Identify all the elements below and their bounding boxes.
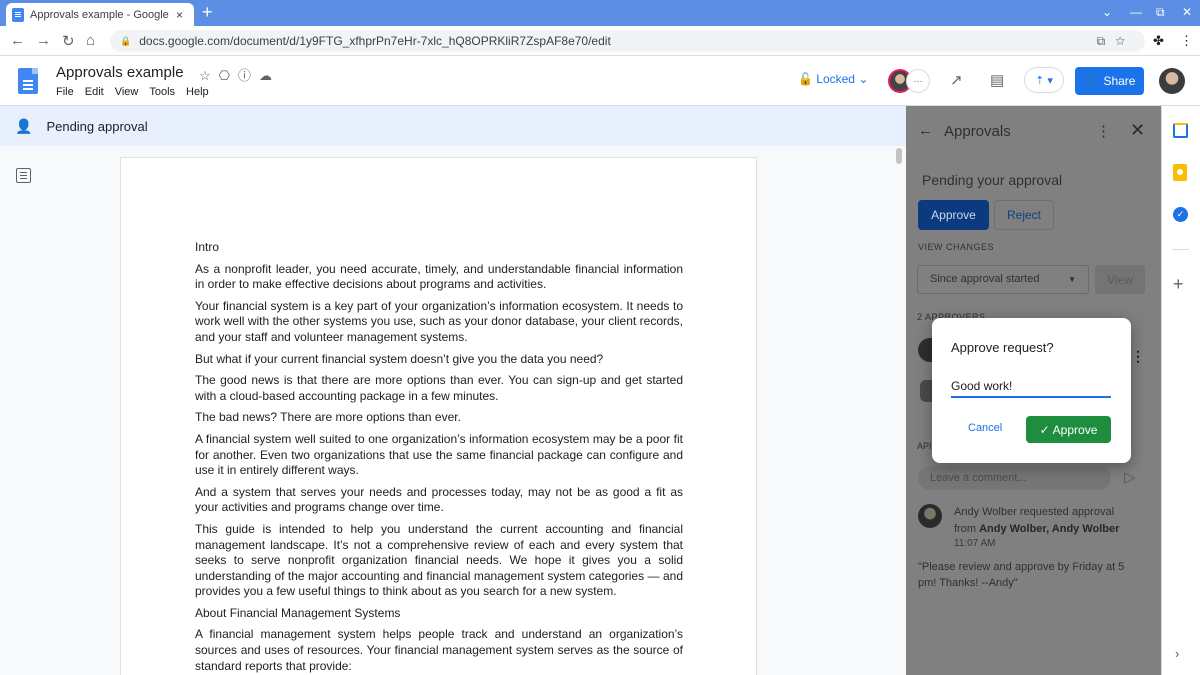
padlock-icon: 🔓 xyxy=(798,72,817,86)
address-bar[interactable]: 🔒 docs.google.com/document/d/1y9FTG_xfhp… xyxy=(110,30,1145,52)
tab-close-icon[interactable]: × xyxy=(176,8,183,22)
pending-heading: Pending your approval xyxy=(922,172,1063,188)
doc-paragraph: A financial management system helps peop… xyxy=(195,627,683,673)
extensions-puzzle-icon[interactable]: ✤ xyxy=(1153,33,1164,49)
approver-avatar xyxy=(920,380,932,402)
changes-since-select[interactable]: Since approval started ▼ xyxy=(917,265,1089,294)
home-icon[interactable]: ⌂ xyxy=(86,32,95,49)
doc-paragraph: Your financial system is a key part of y… xyxy=(195,298,683,344)
comment-input[interactable]: Leave a comment... xyxy=(918,466,1111,490)
doc-paragraph: The good news is that there are more opt… xyxy=(195,373,683,403)
anonymous-viewer-icon[interactable]: ⋯ xyxy=(906,69,930,93)
banner-text: Pending approval xyxy=(46,118,148,134)
calendar-icon[interactable] xyxy=(1173,123,1188,138)
browser-toolbar: ← → ↻ ⌂ 🔒 docs.google.com/document/d/1y9… xyxy=(0,26,1200,56)
chevron-right-icon[interactable]: › xyxy=(1175,646,1179,661)
doc-paragraph: As a nonprofit leader, you need accurate… xyxy=(195,261,683,292)
tasks-icon[interactable]: ✓ xyxy=(1173,207,1188,222)
approval-comment-field[interactable]: Good work! xyxy=(951,378,1111,398)
minimize-window-button[interactable]: — xyxy=(1130,5,1142,19)
document-title[interactable]: Approvals example xyxy=(56,64,184,81)
docs-logo-icon[interactable] xyxy=(18,68,38,94)
chevron-down-icon: ⌄ xyxy=(854,72,869,86)
menu-bar: File Edit View Tools Help xyxy=(56,86,209,98)
requester-avatar xyxy=(918,504,942,528)
select-value: Since approval started xyxy=(930,273,1040,285)
close-panel-icon[interactable]: ✕ xyxy=(1130,120,1145,141)
forward-arrow-icon[interactable]: → xyxy=(36,32,51,49)
dialog-title: Approve request? xyxy=(951,340,1054,355)
document-page[interactable]: Intro As a nonprofit leader, you need ac… xyxy=(120,157,757,675)
request-message: "Please review and approve by Friday at … xyxy=(918,561,1125,589)
cancel-button[interactable]: Cancel xyxy=(968,422,1002,434)
view-changes-label: VIEW CHANGES xyxy=(918,242,995,252)
browser-tab[interactable]: Approvals example - Google Doc × xyxy=(6,3,194,26)
document-body[interactable]: Intro As a nonprofit leader, you need ac… xyxy=(195,240,683,675)
keep-icon[interactable] xyxy=(1173,164,1187,181)
doc-heading: Intro xyxy=(195,240,220,254)
scrollbar-thumb[interactable] xyxy=(896,148,902,164)
url-text: docs.google.com/document/d/1y9FTG_xfhprP… xyxy=(139,34,611,48)
dropdown-caret-icon: ▼ xyxy=(1068,275,1076,284)
menu-view[interactable]: View xyxy=(115,86,139,98)
request-summary: Andy Wolber requested approval from Andy… xyxy=(954,504,1134,538)
request-timestamp: 11:07 AM xyxy=(954,538,996,549)
locked-label: Locked xyxy=(816,72,855,86)
menu-help[interactable]: Help xyxy=(186,86,209,98)
restore-window-button[interactable]: ⧉ xyxy=(1156,5,1165,20)
send-icon[interactable]: ▷ xyxy=(1124,468,1136,486)
browser-tabstrip: Approvals example - Google Doc × + ⌄ — ⧉… xyxy=(0,0,1200,26)
more-options-icon[interactable]: ⋮ xyxy=(1096,122,1111,140)
approvals-title: Approvals xyxy=(944,123,1011,140)
doc-paragraph: This guide is intended to help you under… xyxy=(195,521,683,599)
document-canvas: Intro As a nonprofit leader, you need ac… xyxy=(0,146,906,675)
person-add-icon: 👤 xyxy=(1083,74,1099,88)
comments-icon[interactable]: ▤ xyxy=(990,71,1004,89)
new-tab-button[interactable]: + xyxy=(202,2,213,23)
panel-reject-button[interactable]: Reject xyxy=(994,200,1054,230)
side-rail: ✓ + › xyxy=(1161,106,1200,675)
reload-icon[interactable]: ↻ xyxy=(62,32,75,50)
browser-menu-icon[interactable]: ⋮ xyxy=(1180,33,1193,49)
approve-label: Approve xyxy=(1052,422,1098,437)
docs-favicon-icon xyxy=(12,7,24,22)
tab-search-chevron-icon[interactable]: ⌄ xyxy=(1102,5,1112,19)
doc-paragraph: And a system that serves your needs and … xyxy=(195,484,683,515)
request-approvers: Andy Wolber, Andy Wolber xyxy=(979,523,1120,535)
rail-divider xyxy=(1172,249,1189,250)
back-arrow-icon[interactable]: ← xyxy=(918,122,933,139)
bookmark-star-icon[interactable]: ⧉☆ xyxy=(1097,34,1135,49)
menu-edit[interactable]: Edit xyxy=(85,86,104,98)
add-addon-icon[interactable]: + xyxy=(1173,274,1184,295)
panel-approve-button[interactable]: Approve xyxy=(918,200,989,230)
tab-title: Approvals example - Google Doc xyxy=(30,8,172,21)
requester-name: Andy Wolber xyxy=(954,506,1017,518)
document-outline-icon[interactable] xyxy=(16,168,31,183)
check-icon: ✓ xyxy=(1039,422,1050,437)
person-icon: 👤 xyxy=(15,117,33,134)
pending-approval-banner: 👤 Pending approval xyxy=(0,106,906,146)
doc-heading: About Financial Management Systems xyxy=(195,605,401,620)
close-window-button[interactable]: ✕ xyxy=(1182,5,1192,19)
star-move-status-icons[interactable]: ☆⎔ⓘ☁ xyxy=(199,65,280,84)
present-meeting-button[interactable]: ⇡ ▾ xyxy=(1024,67,1064,93)
back-arrow-icon[interactable]: ← xyxy=(10,32,25,49)
activity-trend-icon[interactable]: ↗ xyxy=(950,71,963,89)
share-button[interactable]: 👤 Share xyxy=(1075,67,1144,95)
docs-header: Approvals example ☆⎔ⓘ☁ File Edit View To… xyxy=(0,56,1200,106)
approve-request-dialog: Approve request? Good work! Cancel ✓ App… xyxy=(932,318,1131,463)
share-label: Share xyxy=(1103,74,1136,88)
lock-icon: 🔒 xyxy=(120,35,132,46)
approver-more-icon[interactable]: ⋮ xyxy=(1131,348,1145,365)
doc-paragraph: A financial system well suited to one or… xyxy=(195,431,683,478)
view-changes-button[interactable]: View xyxy=(1095,265,1145,294)
menu-file[interactable]: File xyxy=(56,86,74,98)
menu-tools[interactable]: Tools xyxy=(149,86,175,98)
activity-label: API xyxy=(917,441,932,451)
confirm-approve-button[interactable]: ✓ Approve xyxy=(1026,416,1111,443)
doc-paragraph: But what if your current financial syste… xyxy=(195,351,604,366)
locked-status[interactable]: 🔓 Locked ⌄ xyxy=(798,72,868,86)
user-avatar[interactable] xyxy=(1159,68,1185,94)
doc-paragraph: The bad news? There are more options tha… xyxy=(195,410,461,425)
